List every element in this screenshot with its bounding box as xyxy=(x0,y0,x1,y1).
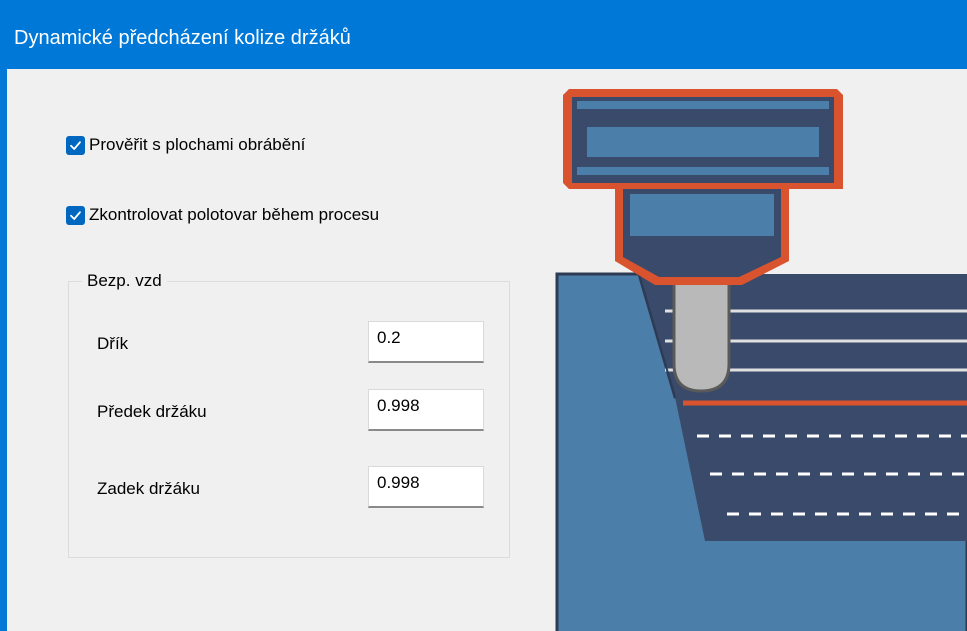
title-bar[interactable]: Dynamické předcházení kolize držáků xyxy=(0,0,967,69)
checkmark-icon xyxy=(70,210,81,220)
check-surfaces-label: Prověřit s plochami obrábění xyxy=(89,135,306,154)
check-stock-checkbox[interactable] xyxy=(66,205,85,225)
clearance-group-title: Bezp. vzd xyxy=(82,271,167,291)
holder-collision-illustration xyxy=(555,89,967,631)
checkmark-icon xyxy=(70,140,81,150)
window-title: Dynamické předcházení kolize držáků xyxy=(14,27,351,49)
shank-label: Dřík xyxy=(97,334,129,353)
check-surfaces-checkbox[interactable] xyxy=(66,135,85,155)
dialog-body: Prověřit s plochami obrábění Zkontrolova… xyxy=(7,69,967,631)
holder-front-clearance-input[interactable] xyxy=(368,389,484,431)
stock-block xyxy=(555,272,967,631)
shank-clearance-input[interactable] xyxy=(368,321,484,363)
holder-back-clearance-input[interactable] xyxy=(368,466,484,508)
check-stock-option[interactable]: Zkontrolovat polotovar během procesu xyxy=(66,203,379,227)
holder-front-label: Předek držáku xyxy=(97,402,207,421)
check-stock-label: Zkontrolovat polotovar během procesu xyxy=(89,205,380,224)
tool-holder xyxy=(563,89,843,285)
holder-back-label: Zadek držáku xyxy=(97,479,200,498)
check-surfaces-option[interactable]: Prověřit s plochami obrábění xyxy=(66,133,305,157)
